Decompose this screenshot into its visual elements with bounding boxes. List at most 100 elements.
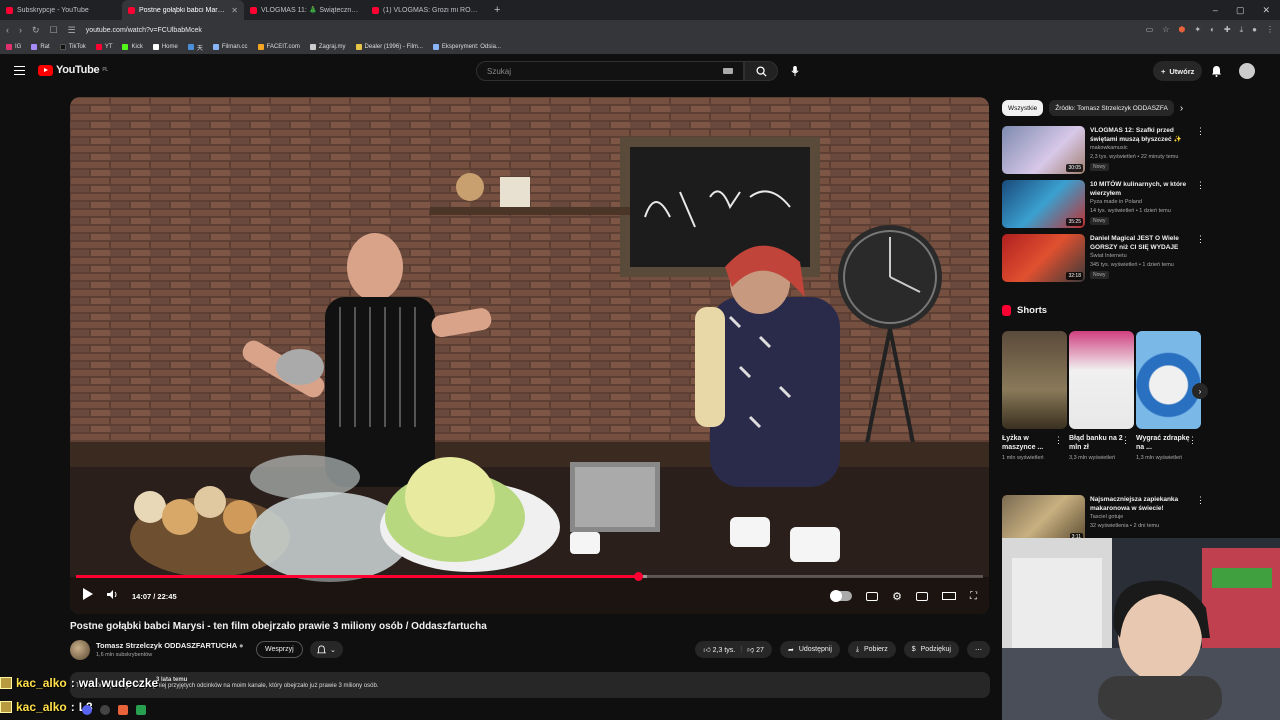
channel-avatar[interactable] bbox=[70, 640, 90, 660]
more-options-icon[interactable]: ⋮ bbox=[1188, 435, 1197, 446]
short-item[interactable]: Błąd banku na 2 mln zł 3,3 mln wyświetle… bbox=[1069, 331, 1134, 462]
keyboard-icon[interactable] bbox=[723, 68, 733, 74]
maximize-icon[interactable]: ▢ bbox=[1236, 5, 1245, 16]
chevron-right-icon[interactable]: › bbox=[1180, 103, 1183, 114]
account-avatar[interactable] bbox=[1239, 63, 1255, 79]
autoplay-toggle[interactable] bbox=[830, 590, 853, 602]
puzzle-icon[interactable]: ✚ bbox=[1224, 25, 1231, 35]
bookmark-item[interactable]: Filman.cc bbox=[212, 44, 248, 50]
close-window-icon[interactable]: ✕ bbox=[1262, 5, 1270, 16]
subtitles-icon[interactable] bbox=[866, 591, 879, 601]
recommendation-item[interactable]: 30:05 VLOGMAS 12: Szafki przed świętami … bbox=[1002, 126, 1207, 176]
more-options-icon[interactable]: ⋮ bbox=[1196, 127, 1205, 136]
browser-tab[interactable]: Subskrypcje - YouTube bbox=[0, 0, 122, 20]
new-tab-icon[interactable]: + bbox=[488, 4, 506, 16]
recommendation-title[interactable]: VLOGMAS 12: Szafki przed świętami muszą … bbox=[1090, 126, 1190, 144]
search-button[interactable] bbox=[744, 61, 778, 81]
play-button[interactable] bbox=[82, 587, 93, 605]
short-item[interactable]: Wygrać zdrapkę na ... 1,3 mln wyświetleń… bbox=[1136, 331, 1201, 462]
video-thumbnail[interactable]: 35:25 bbox=[1002, 180, 1085, 228]
recommendation-title[interactable]: 10 MITÓW kulinarnych, w które wierzyłem bbox=[1090, 180, 1190, 198]
close-tab-icon[interactable]: ✕ bbox=[231, 6, 238, 15]
short-thumbnail[interactable] bbox=[1136, 331, 1201, 429]
description-box[interactable]: 3 lata temu To powtórka jednego z najchę… bbox=[70, 672, 990, 698]
recommendation-title[interactable]: Daniel Magical JEST O Wiele GORSZY niż C… bbox=[1090, 234, 1190, 252]
bookmark-item[interactable]: Rat bbox=[31, 44, 50, 50]
download-button[interactable]: ⤓ Pobierz bbox=[847, 641, 896, 658]
obs-icon[interactable] bbox=[100, 705, 110, 715]
short-title[interactable]: Łyżka w maszynce ... bbox=[1002, 434, 1056, 452]
dislike-button[interactable]: 👎︎ 27 bbox=[747, 645, 764, 654]
short-title[interactable]: Wygrać zdrapkę na ... bbox=[1136, 434, 1190, 452]
browser-tab-active[interactable]: Postne gołąbki babci Marysi - te ✕ bbox=[122, 0, 244, 20]
brave-icon[interactable] bbox=[118, 705, 128, 715]
search-input[interactable] bbox=[487, 66, 723, 76]
recommendation-channel[interactable]: Świat Internetu bbox=[1090, 253, 1127, 259]
minimize-icon[interactable]: – bbox=[1213, 5, 1218, 16]
notifications-button[interactable] bbox=[1211, 64, 1222, 82]
back-icon[interactable]: ‹ bbox=[6, 25, 9, 35]
url-field[interactable]: youtube.com/watch?v=FCUlbabMcek bbox=[86, 27, 202, 34]
voice-search-button[interactable] bbox=[785, 61, 805, 81]
video-thumbnail[interactable]: 3:11 bbox=[1002, 495, 1085, 543]
recommendation-item[interactable]: 32:18 Daniel Magical JEST O Wiele GORSZY… bbox=[1002, 234, 1207, 284]
discord-icon[interactable] bbox=[82, 705, 92, 715]
video-thumbnail[interactable]: 30:05 bbox=[1002, 126, 1085, 174]
chip-all[interactable]: Wszystkie bbox=[1002, 100, 1044, 116]
bookmark-item[interactable]: Eksperyment: Odsia... bbox=[432, 44, 501, 50]
recommendation-channel[interactable]: Pyza made in Poland bbox=[1090, 199, 1142, 205]
thanks-button[interactable]: $ Podziękuj bbox=[903, 641, 959, 658]
theater-mode-icon[interactable] bbox=[942, 592, 956, 600]
channel-name[interactable]: Tomasz Strzelczyk ODDASZFARTUCHA ● bbox=[96, 641, 243, 650]
app-icon[interactable] bbox=[136, 705, 146, 715]
download-icon[interactable]: ⤓ bbox=[1240, 25, 1244, 35]
volume-button[interactable] bbox=[107, 587, 118, 605]
recommendation-channel[interactable]: makowkamusic bbox=[1090, 145, 1128, 151]
short-item[interactable]: Łyżka w maszynce ... 1 mln wyświetleń ⋮ bbox=[1002, 331, 1067, 462]
share-button[interactable]: ➦ Udostępnij bbox=[779, 641, 840, 658]
video-player[interactable]: 14:07 / 22:45 ⚙ ⛶ bbox=[70, 97, 989, 614]
bookmark-item[interactable]: 天 bbox=[187, 43, 203, 52]
bookmark-item[interactable]: Home bbox=[152, 44, 178, 50]
screen-icon[interactable]: ▭ bbox=[1146, 25, 1154, 35]
more-options-icon[interactable]: ⋮ bbox=[1196, 496, 1205, 505]
video-progress-bar[interactable] bbox=[76, 572, 983, 581]
bookmark-item[interactable]: YT bbox=[95, 44, 112, 50]
bookmark-item[interactable]: TikTok bbox=[59, 44, 86, 50]
browser-tab[interactable]: VLOGMAS 11: 🎄 Świąteczne Gotow bbox=[244, 0, 366, 20]
bookmark-item[interactable]: FACEIT.com bbox=[257, 44, 300, 50]
more-options-icon[interactable]: ⋮ bbox=[1054, 435, 1063, 446]
chip-source[interactable]: Źródło: Tomasz Strzelczyk ODDASZFA bbox=[1049, 100, 1174, 116]
short-thumbnail[interactable] bbox=[1069, 331, 1134, 429]
browser-tab[interactable]: (1) VLOGMAS: Grozi mi ROK więzien bbox=[366, 0, 488, 20]
extension-icon[interactable]: ✦ bbox=[1194, 25, 1201, 35]
more-options-icon[interactable]: ⋮ bbox=[1196, 181, 1205, 190]
support-button[interactable]: Wesprzyj bbox=[256, 641, 303, 658]
profile-icon[interactable]: ● bbox=[1252, 25, 1257, 35]
more-actions-button[interactable]: ⋯ bbox=[967, 641, 990, 658]
recommendation-channel[interactable]: Tasciel gotuje bbox=[1090, 514, 1123, 520]
site-info-icon[interactable]: ☰ bbox=[68, 25, 76, 36]
extension-icon[interactable]: ◐ bbox=[1210, 25, 1215, 35]
recommendation-item[interactable]: 35:25 10 MITÓW kulinarnych, w które wier… bbox=[1002, 180, 1207, 230]
video-thumbnail[interactable]: 32:18 bbox=[1002, 234, 1085, 282]
bookmark-icon[interactable]: ☐ bbox=[50, 25, 58, 36]
short-title[interactable]: Błąd banku na 2 mln zł bbox=[1069, 434, 1123, 452]
bookmark-item[interactable]: Dealer (1996) - Film... bbox=[355, 44, 423, 50]
menu-dots-icon[interactable]: ⋮ bbox=[1266, 25, 1274, 35]
miniplayer-icon[interactable] bbox=[916, 591, 928, 601]
youtube-logo[interactable]: YouTube PL bbox=[38, 64, 108, 76]
shorts-next-button[interactable]: › bbox=[1192, 383, 1208, 399]
hamburger-menu-icon[interactable] bbox=[14, 66, 25, 75]
create-button[interactable]: + Utwórz bbox=[1153, 61, 1203, 81]
settings-gear-icon[interactable]: ⚙ bbox=[892, 590, 902, 603]
recommendation-title[interactable]: Najsmaczniejsza zapiekanka makaronowa w … bbox=[1090, 495, 1190, 513]
like-button[interactable]: 👍︎ 2,3 tys. bbox=[703, 645, 735, 654]
star-icon[interactable]: ☆ bbox=[1162, 25, 1169, 35]
bookmark-item[interactable]: Zagraj.my bbox=[309, 44, 346, 50]
more-options-icon[interactable]: ⋮ bbox=[1196, 235, 1205, 244]
bookmark-item[interactable]: Kick bbox=[122, 44, 143, 50]
subscribed-bell-button[interactable]: ⌄ bbox=[310, 641, 343, 658]
bookmark-item[interactable]: IG bbox=[6, 44, 21, 50]
short-thumbnail[interactable] bbox=[1002, 331, 1067, 429]
